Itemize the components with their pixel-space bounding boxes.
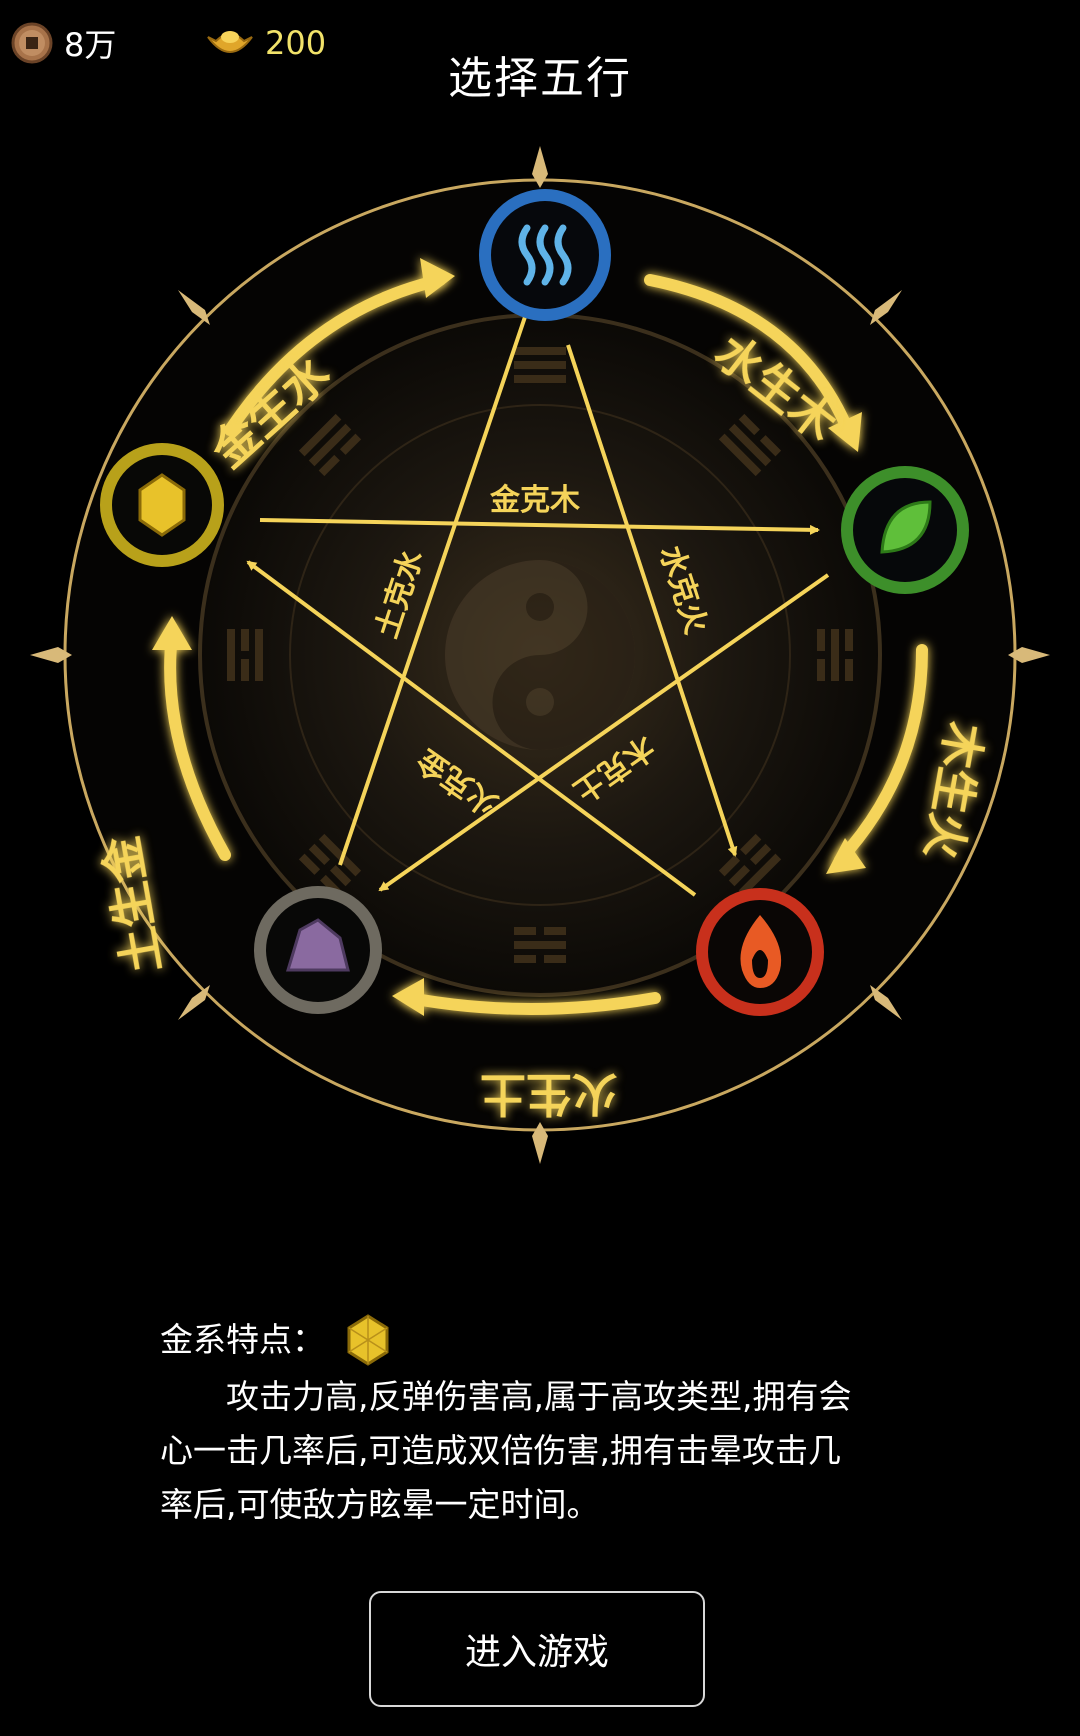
element-water[interactable]	[479, 189, 611, 321]
description-heading: 金系特点：	[160, 1320, 325, 1359]
yin-yang-symbol	[445, 560, 635, 750]
element-earth[interactable]	[254, 886, 382, 1014]
element-description: 金系特点： 攻击力高,反弹伤害高,属于高攻类型,拥有会心一击几率后,可造成双倍伤…	[160, 1310, 860, 1532]
element-metal[interactable]	[100, 443, 224, 567]
five-elements-wheel: 金生水 水生木 木生火 火生土 土生金 金克木 水克火 木克土 火克金 土克水	[30, 146, 1050, 1164]
element-wood[interactable]	[841, 466, 969, 594]
description-header: 金系特点：	[160, 1310, 860, 1370]
label-fire-generates-earth: 火生土	[480, 1067, 618, 1121]
gold-gem-icon	[138, 473, 186, 537]
page-title: 选择五行	[448, 53, 632, 104]
gold-gem-icon	[347, 1314, 389, 1366]
enter-game-button[interactable]: 进入游戏	[369, 1591, 705, 1707]
label-metal-overcomes-wood: 金克木	[489, 483, 580, 518]
element-fire[interactable]	[696, 888, 824, 1016]
description-body: 攻击力高,反弹伤害高,属于高攻类型,拥有会心一击几率后,可造成双倍伤害,拥有击晕…	[160, 1377, 852, 1524]
